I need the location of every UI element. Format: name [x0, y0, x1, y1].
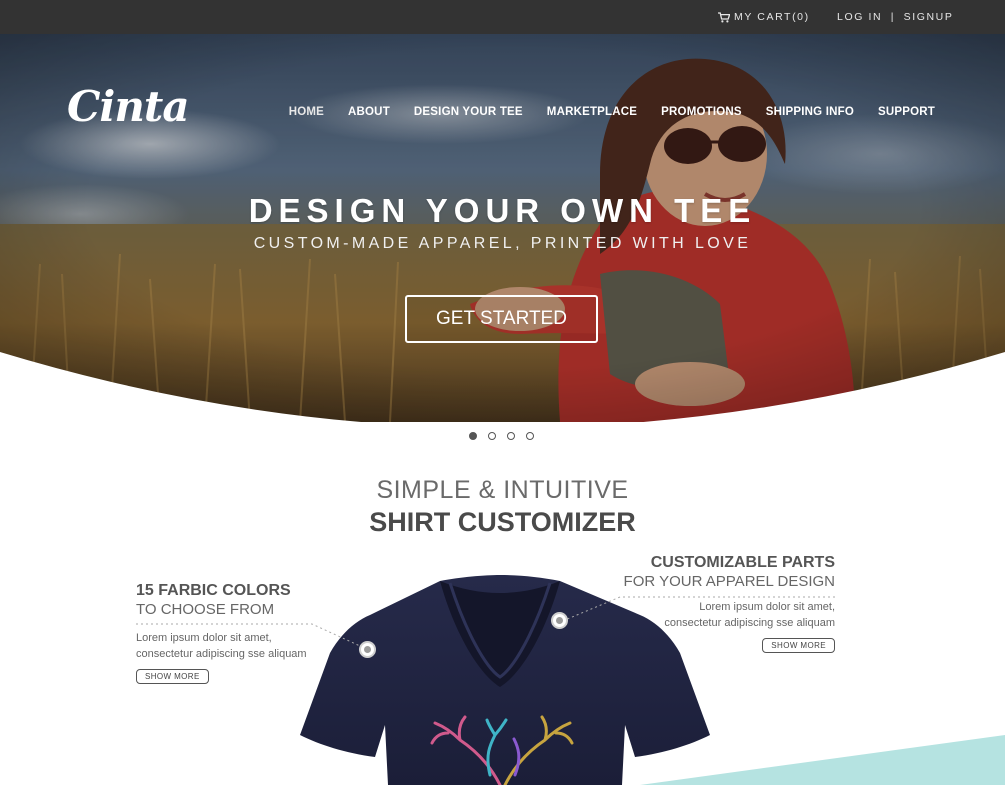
carousel-dot-3[interactable]: [507, 432, 515, 440]
cart-label: MY CART(0): [734, 11, 810, 23]
feature-body: Lorem ipsum dolor sit amet, consectetur …: [595, 599, 835, 631]
section-heading-line2: SHIRT CUSTOMIZER: [369, 507, 636, 537]
feature-body-line: Lorem ipsum dolor sit amet,: [136, 632, 272, 644]
hero-subtitle: CUSTOM-MADE APPAREL, PRINTED WITH LOVE: [253, 235, 752, 252]
show-more-button[interactable]: SHOW MORE: [762, 638, 835, 653]
feature-body-line: consectetur adipiscing sse aliquam: [664, 617, 835, 629]
page: MY CART(0) LOG IN | SIGNUP Cinta HOME AB…: [0, 0, 1005, 785]
feature-body: Lorem ipsum dolor sit amet, consectetur …: [136, 630, 336, 662]
nav-about[interactable]: ABOUT: [348, 106, 390, 118]
hotspot-marker-icon[interactable]: [359, 641, 376, 658]
feature-fabric-colors: 15 FARBIC COLORS TO CHOOSE FROM Lorem ip…: [136, 582, 336, 684]
section-heading-line1: SIMPLE & INTUITIVE: [376, 476, 629, 504]
feature-body-line: consectetur adipiscing sse aliquam: [136, 648, 307, 660]
hero-title: DESIGN YOUR OWN TEE: [248, 192, 757, 229]
brand-logo[interactable]: Cinta: [67, 82, 190, 131]
nav-marketplace[interactable]: MARKETPLACE: [547, 106, 637, 118]
auth-separator: |: [890, 11, 896, 23]
login-link[interactable]: LOG IN: [837, 11, 882, 23]
shopping-cart-icon: [718, 11, 730, 22]
feature-title: 15 FARBIC COLORS: [136, 582, 291, 599]
feature-title: CUSTOMIZABLE PARTS: [650, 554, 835, 571]
feature-subtitle: TO CHOOSE FROM: [136, 601, 275, 618]
auth-links: LOG IN | SIGNUP: [837, 11, 953, 23]
get-started-button[interactable]: GET STARTED: [405, 295, 598, 343]
main-nav: HOME ABOUT DESIGN YOUR TEE MARKETPLACE P…: [289, 106, 935, 118]
nav-shipping-info[interactable]: SHIPPING INFO: [766, 106, 854, 118]
nav-home[interactable]: HOME: [289, 106, 324, 118]
carousel-dot-4[interactable]: [526, 432, 534, 440]
nav-promotions[interactable]: PROMOTIONS: [661, 106, 742, 118]
hero-banner: Cinta HOME ABOUT DESIGN YOUR TEE MARKETP…: [0, 34, 1005, 422]
cart-link[interactable]: MY CART(0): [718, 11, 810, 23]
show-more-button[interactable]: SHOW MORE: [136, 669, 209, 684]
top-utility-bar: MY CART(0) LOG IN | SIGNUP: [0, 0, 1005, 34]
nav-support[interactable]: SUPPORT: [878, 106, 935, 118]
hotspot-marker-icon[interactable]: [551, 612, 568, 629]
carousel-dot-1[interactable]: [469, 432, 477, 440]
carousel-dot-2[interactable]: [488, 432, 496, 440]
nav-design-your-tee[interactable]: DESIGN YOUR TEE: [414, 106, 523, 118]
carousel-dots: [469, 432, 534, 440]
feature-subtitle: FOR YOUR APPAREL DESIGN: [623, 573, 835, 590]
feature-customizable-parts: CUSTOMIZABLE PARTS FOR YOUR APPAREL DESI…: [595, 554, 835, 653]
feature-body-line: Lorem ipsum dolor sit amet,: [699, 601, 835, 613]
signup-link[interactable]: SIGNUP: [904, 11, 954, 23]
